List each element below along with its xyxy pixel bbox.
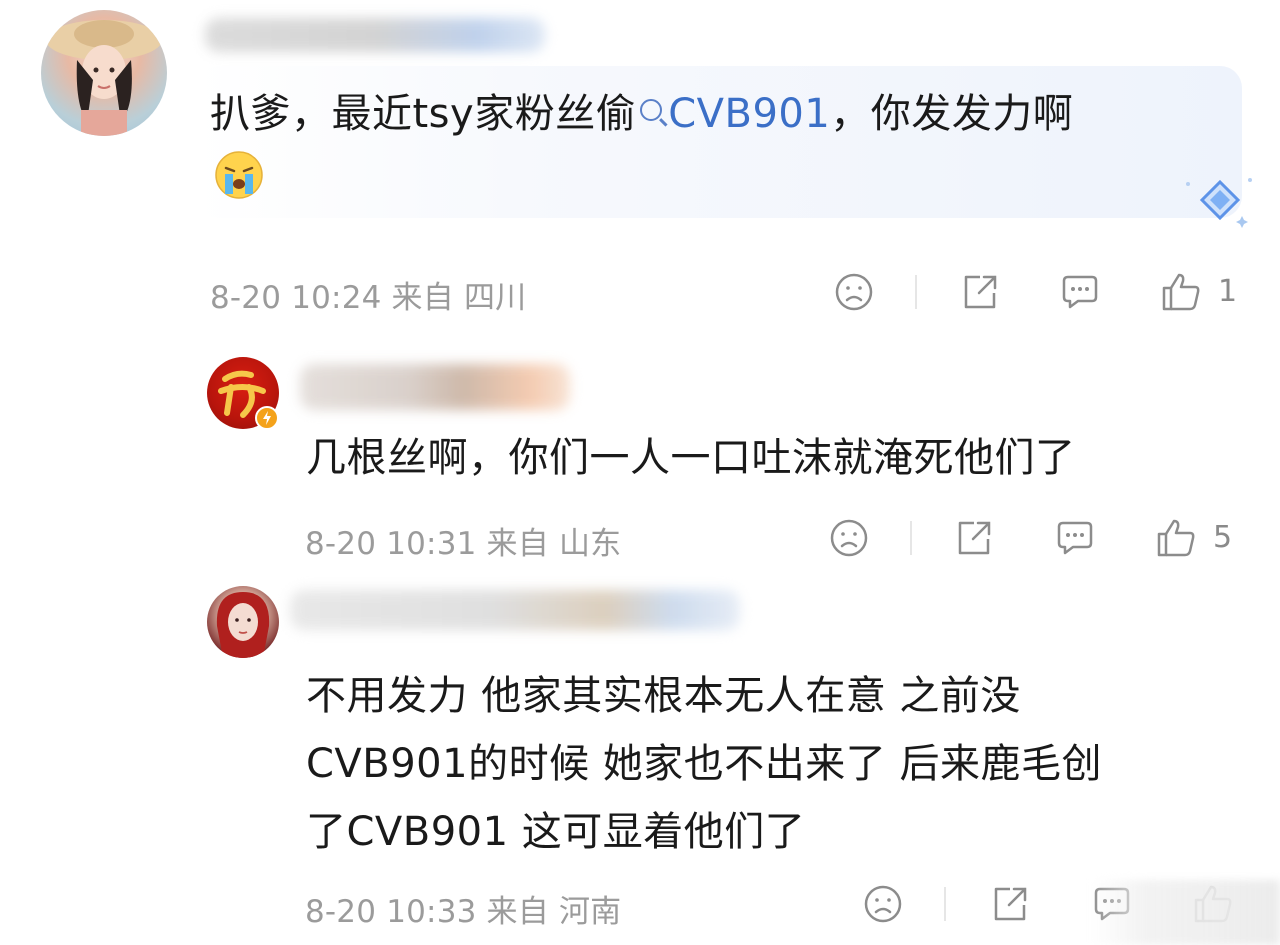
- like-count: 5: [1213, 520, 1233, 555]
- frown-face-icon: [864, 885, 902, 923]
- dislike-button[interactable]: [829, 518, 869, 558]
- comment-text-line: 不用发力 他家其实根本无人在意 之前没: [306, 673, 1021, 719]
- search-icon: [640, 99, 663, 121]
- share-button[interactable]: [990, 884, 1030, 924]
- divider: [915, 275, 917, 309]
- comment-actions: 5: [0, 518, 1280, 558]
- decorative-badge-icon: [1180, 170, 1260, 230]
- avatar-portrait-icon: [46, 20, 162, 136]
- like-count: 1: [1218, 274, 1238, 309]
- comment-text-part: 扒爹，最近tsy家粉丝偷: [210, 91, 637, 137]
- divider: [944, 887, 946, 921]
- crying-face-emoji-icon: [214, 150, 264, 200]
- search-topic-link[interactable]: CVB901: [636, 91, 830, 137]
- watermark-blur: [1090, 880, 1280, 945]
- like-button[interactable]: [1160, 272, 1202, 312]
- username-blurred[interactable]: [300, 364, 570, 410]
- avatar[interactable]: [207, 586, 279, 658]
- comment-1: 扒爹，最近tsy家粉丝偷 CVB901，你发发力啊 8-20 10:24 来自 四川: [0, 0, 1280, 330]
- username-blurred[interactable]: [290, 590, 740, 630]
- dislike-button[interactable]: [834, 272, 874, 312]
- share-button[interactable]: [960, 272, 1000, 312]
- comment-text: 扒爹，最近tsy家粉丝偷 CVB901，你发发力啊: [210, 88, 1073, 140]
- comment-bubble-icon: [1057, 521, 1093, 555]
- share-icon: [994, 887, 1027, 921]
- avatar[interactable]: [41, 10, 167, 136]
- comment-3: 不用发力 他家其实根本无人在意 之前没 CVB901的时候 她家也不出来了 后来…: [0, 580, 1280, 945]
- verified-badge-icon: [255, 406, 279, 430]
- comment-bubble-icon: [1062, 275, 1098, 309]
- comment-text: 几根丝啊，你们一人一口吐沫就淹死他们了: [306, 435, 1076, 481]
- frown-face-icon: [835, 273, 873, 311]
- divider: [910, 521, 912, 555]
- avatar-portrait-icon: [216, 592, 270, 658]
- comment-2: 几根丝啊，你们一人一口吐沫就淹死他们了 8-20 10:31 来自 山东 5: [0, 340, 1280, 580]
- share-icon: [958, 521, 991, 555]
- comment-text-line: 了CVB901 这可显着他们了: [306, 809, 806, 855]
- search-topic-label: CVB901: [668, 91, 831, 137]
- share-icon: [964, 275, 997, 309]
- thumbs-up-icon: [1162, 273, 1200, 311]
- frown-face-icon: [830, 519, 868, 557]
- dislike-button[interactable]: [863, 884, 903, 924]
- username-blurred[interactable]: [205, 18, 545, 52]
- comment-text: 不用发力 他家其实根本无人在意 之前没 CVB901的时候 她家也不出来了 后来…: [306, 662, 1102, 866]
- thumbs-up-icon: [1157, 519, 1195, 557]
- comment-actions: 1: [0, 272, 1280, 312]
- reply-button[interactable]: [1060, 272, 1100, 312]
- reply-button[interactable]: [1055, 518, 1095, 558]
- like-button[interactable]: [1155, 518, 1197, 558]
- comment-text-line: CVB901的时候 她家也不出来了 后来鹿毛创: [306, 741, 1103, 787]
- comment-text-part: ，你发发力啊: [830, 91, 1074, 137]
- comment-actions: [0, 884, 1280, 924]
- share-button[interactable]: [954, 518, 994, 558]
